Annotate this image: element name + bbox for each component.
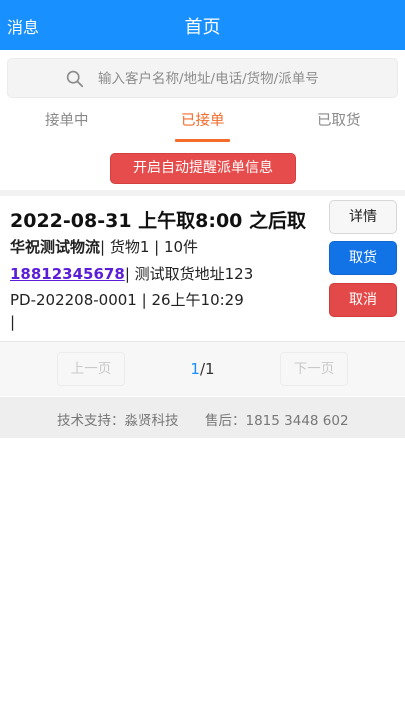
total-pages: /1: [199, 360, 215, 378]
phone-link[interactable]: 18812345678: [10, 265, 125, 283]
pickup-button[interactable]: 取货: [329, 241, 397, 275]
footer: 技术支持：淼贤科技 售后：1815 3448 602: [0, 397, 405, 438]
customer-line: 华祝测试物流| 货物1 | 10件: [10, 236, 198, 257]
tab-receiving[interactable]: 接单中: [45, 109, 89, 130]
auto-remind-button[interactable]: 开启自动提醒派单信息: [110, 153, 296, 184]
search-icon: [66, 70, 84, 88]
detail-button[interactable]: 详情: [329, 200, 397, 234]
pickup-time-headline: 2022-08-31 上午取8:00 之后取: [10, 210, 307, 232]
top-bar: 消息 首页: [0, 0, 405, 50]
contact-line: 18812345678| 测试取货地址123: [10, 263, 253, 284]
goods-info: | 货物1 | 10件: [100, 238, 199, 256]
order-note: |: [10, 313, 16, 331]
active-tab-indicator: [175, 139, 230, 142]
page-title: 首页: [184, 17, 221, 38]
pagination: 上一页 1/1 下一页: [0, 342, 405, 396]
tab-picked-up[interactable]: 已取货: [317, 109, 361, 130]
search-input[interactable]: [98, 67, 393, 91]
search-box[interactable]: [7, 58, 398, 98]
pickup-address: | 测试取货地址123: [124, 265, 254, 283]
customer-name: 华祝测试物流: [10, 238, 101, 256]
tab-accepted[interactable]: 已接单: [181, 109, 225, 130]
order-number-line: PD-202208-0001 | 26上午10:29: [10, 291, 244, 309]
current-page: 1: [190, 360, 200, 378]
next-page-button[interactable]: 下一页: [280, 352, 348, 386]
cancel-button[interactable]: 取消: [329, 283, 397, 317]
after-sales-text: 售后：1815 3448 602: [205, 413, 349, 429]
tech-support-text: 技术支持：淼贤科技: [57, 413, 179, 429]
